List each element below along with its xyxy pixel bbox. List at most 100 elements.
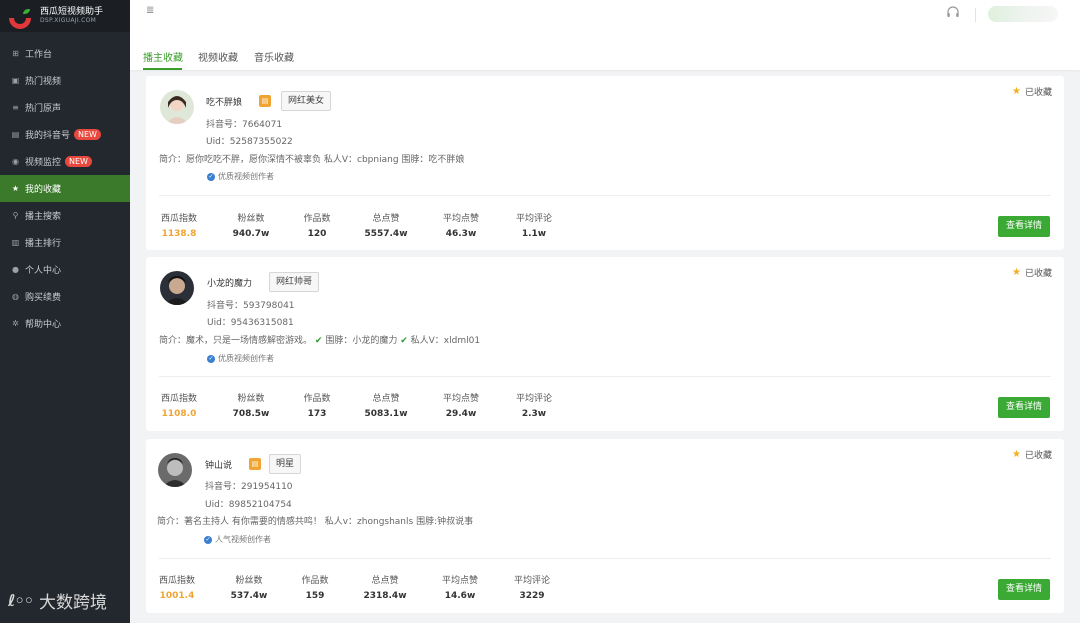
streamer-name[interactable]: 钟山说 xyxy=(205,458,232,471)
stat-total-likes: 总点赞 5083.1w xyxy=(364,394,408,419)
stat-avg-likes: 平均点赞 14.6w xyxy=(441,576,478,601)
avatar xyxy=(160,90,194,124)
streamer-name[interactable]: 小龙的魔力 xyxy=(207,276,252,289)
divider xyxy=(159,195,1051,196)
sidebar-item-label: 个人中心 xyxy=(25,266,62,276)
category-tag: 明星 xyxy=(269,454,302,474)
video-icon: ▣ xyxy=(11,76,20,85)
category-tag: 网红帅哥 xyxy=(269,272,320,292)
sidebar-item-label: 热门视频 xyxy=(25,77,62,87)
sidebar-item-label: 播主搜索 xyxy=(25,212,62,222)
uid: Uid：95436315081 xyxy=(207,318,294,328)
watermelon-logo-icon xyxy=(8,7,34,29)
watermark-logo: ℓ◦◦ xyxy=(8,591,34,610)
collected-toggle[interactable]: ★ 已收藏 xyxy=(1012,85,1052,98)
headset-icon[interactable] xyxy=(946,6,960,20)
verified-icon: ✓ xyxy=(207,354,215,363)
user-icon: ● xyxy=(12,265,19,274)
sidebar-item-streamer-ranking[interactable]: ▥ 播主排行 xyxy=(0,229,130,256)
enterprise-badge-icon: ▤ xyxy=(249,458,261,470)
view-details-button[interactable]: 查看详情 xyxy=(998,579,1050,600)
star-icon: ★ xyxy=(1012,267,1021,278)
sidebar-nav: ⊞ 工作台 ▣ 热门视频 ≡ 热门原声 ▤ 我的抖音号 NEW ◉ 视频监控 NEW ★ 我的收… xyxy=(0,40,130,337)
stat-avg-comments: 平均评论 2.3w xyxy=(515,394,552,419)
view-details-button[interactable]: 查看详情 xyxy=(998,397,1050,418)
stat-xigua-index: 西瓜指数 1001.4 xyxy=(158,576,195,601)
streamer-name[interactable]: 吃不胖娘 xyxy=(206,95,242,108)
stat-works: 作品数 173 xyxy=(303,394,331,419)
stat-avg-comments: 平均评论 1.1w xyxy=(515,214,552,239)
bar-chart-icon: ▥ xyxy=(11,238,20,247)
uid: Uid：89852104754 xyxy=(205,500,292,510)
tab-video-favorites[interactable]: 视频收藏 xyxy=(198,49,238,64)
tab-music-favorites[interactable]: 音乐收藏 xyxy=(254,49,294,64)
streamer-card: 吃不胖娘 ▤ 网红美女 抖音号：7664071 Uid：52587355022 … xyxy=(146,76,1064,250)
star-icon: ★ xyxy=(1012,86,1021,97)
sidebar-item-my-favorites[interactable]: ★ 我的收藏 xyxy=(0,175,130,202)
streamer-card: 钟山说 ▤ 明星 抖音号：291954110 Uid：89852104754 简… xyxy=(146,439,1064,613)
search-icon: ⚲ xyxy=(12,211,19,220)
divider xyxy=(159,558,1051,559)
app-subtitle: DSP.XIGUAJI.COM xyxy=(40,16,97,24)
stat-total-likes: 总点赞 5557.4w xyxy=(364,214,408,239)
creator-verification: ✓ 优质视频创作者 xyxy=(207,172,274,181)
stat-works: 作品数 120 xyxy=(303,214,331,239)
check-icon: ✔ xyxy=(400,336,408,346)
star-icon: ★ xyxy=(11,184,20,193)
view-details-button[interactable]: 查看详情 xyxy=(998,216,1050,237)
user-avatar[interactable] xyxy=(988,6,1058,22)
sidebar-item-label: 工作台 xyxy=(25,50,53,60)
stat-avg-likes: 平均点赞 46.3w xyxy=(442,214,479,239)
music-list-icon: ≡ xyxy=(12,103,19,112)
streamer-intro: 简介：著名主持人 有你需要的情感共鸣！ 私人v：zhongshanls 围脖:钟… xyxy=(157,517,474,527)
streamer-card: 小龙的魔力 网红帅哥 抖音号：593798041 Uid：95436315081… xyxy=(146,257,1064,431)
sidebar-item-label: 热门原声 xyxy=(25,104,62,114)
sidebar-item-label: 我的抖音号 xyxy=(25,131,71,141)
sidebar-item-user-center[interactable]: ● 个人中心 xyxy=(0,256,130,283)
sidebar-item-purchase[interactable]: ◍ 购买续费 xyxy=(0,283,130,310)
stat-fans: 粉丝数 537.4w xyxy=(230,576,268,601)
eye-icon: ◉ xyxy=(12,157,19,166)
active-tab-indicator xyxy=(143,68,182,70)
sidebar-item-hot-sounds[interactable]: ≡ 热门原声 xyxy=(0,94,130,121)
avatar xyxy=(160,271,194,305)
star-icon: ★ xyxy=(1012,449,1021,460)
douyin-id: 抖音号：7664071 xyxy=(206,120,283,130)
douyin-id: 抖音号：593798041 xyxy=(207,301,295,311)
stat-fans: 粉丝数 708.5w xyxy=(232,394,270,419)
sidebar-item-my-douyin[interactable]: ▤ 我的抖音号 NEW xyxy=(0,121,130,148)
tab-streamer-favorites[interactable]: 播主收藏 xyxy=(143,49,183,64)
grid-icon: ⊞ xyxy=(12,49,19,58)
enterprise-badge-icon: ▤ xyxy=(259,95,271,107)
sidebar-item-label: 播主排行 xyxy=(25,239,62,249)
sidebar-item-label: 帮助中心 xyxy=(25,320,62,330)
gear-icon: ✲ xyxy=(12,319,19,328)
creator-verification: ✓ 人气视频创作者 xyxy=(204,535,271,544)
avatar xyxy=(158,453,192,487)
app-logo[interactable]: 西瓜短视频助手 DSP.XIGUAJI.COM xyxy=(0,0,130,32)
streamer-intro: 简介：魔术，只是一场情感解密游戏。 ✔ 围脖：小龙的魔力 ✔ 私人V：xldml… xyxy=(159,336,481,346)
collected-toggle[interactable]: ★ 已收藏 xyxy=(1012,448,1052,461)
tab-bar: 播主收藏 视频收藏 音乐收藏 xyxy=(130,32,1080,70)
watermark: ℓ◦◦ 大数跨境 xyxy=(8,588,107,613)
sidebar-item-workbench[interactable]: ⊞ 工作台 xyxy=(0,40,130,67)
verified-icon: ✓ xyxy=(204,535,212,544)
sidebar-item-hot-videos[interactable]: ▣ 热门视频 xyxy=(0,67,130,94)
divider xyxy=(159,376,1051,377)
sidebar-item-label: 我的收藏 xyxy=(25,185,62,195)
stat-fans: 粉丝数 940.7w xyxy=(232,214,270,239)
stat-works: 作品数 159 xyxy=(301,576,329,601)
new-badge: NEW xyxy=(74,129,101,140)
category-tag: 网红美女 xyxy=(281,91,332,111)
clipboard-icon: ▤ xyxy=(11,130,20,139)
sidebar-item-help-center[interactable]: ✲ 帮助中心 xyxy=(0,310,130,337)
sidebar-item-label: 购买续费 xyxy=(25,293,62,303)
sidebar-item-streamer-search[interactable]: ⚲ 播主搜索 xyxy=(0,202,130,229)
stat-avg-likes: 平均点赞 29.4w xyxy=(442,394,479,419)
top-bar: ≣ xyxy=(130,0,1080,33)
sidebar-item-label: 视频监控 xyxy=(25,158,62,168)
collected-toggle[interactable]: ★ 已收藏 xyxy=(1012,266,1052,279)
sidebar-item-video-monitor[interactable]: ◉ 视频监控 NEW xyxy=(0,148,130,175)
stat-xigua-index: 西瓜指数 1108.0 xyxy=(160,394,197,419)
menu-toggle-icon[interactable]: ≣ xyxy=(146,5,154,16)
